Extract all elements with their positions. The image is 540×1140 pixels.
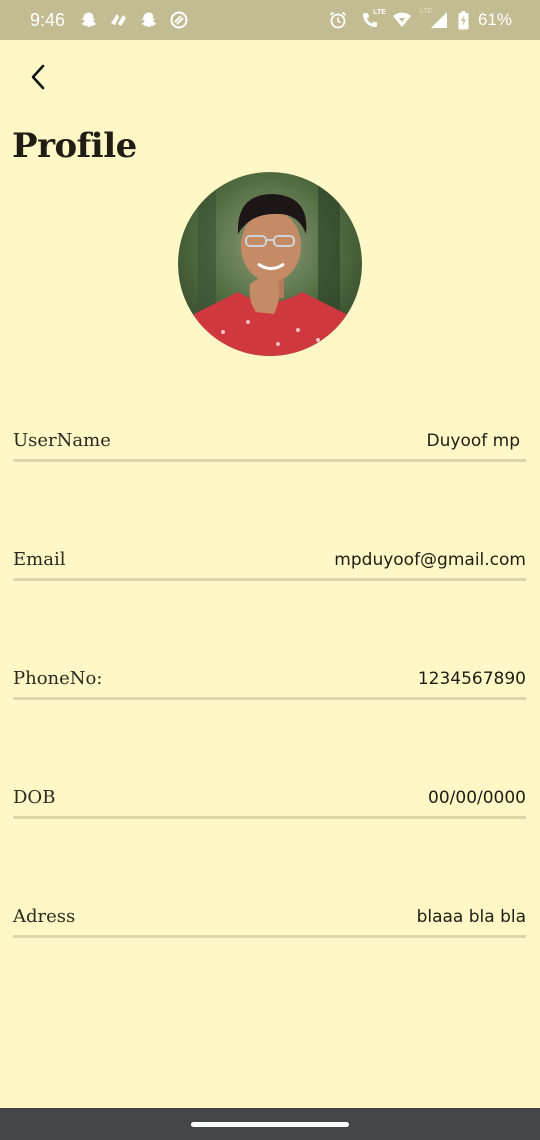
snapchat-icon [139,10,159,30]
field-label: DOB [13,787,56,808]
field-label: Adress [13,906,76,927]
do-not-disturb-icon [169,10,189,30]
field-label: Email [13,549,66,570]
lte-label: LTE [419,8,433,15]
back-button[interactable] [22,60,54,94]
field-value: 1234567890 [417,668,526,689]
field-label: PhoneNo: [13,668,103,689]
field-value: Duyoof mp [426,430,520,451]
lte-call-icon: LTE [358,9,386,30]
app-notification-icon [109,10,129,30]
field-value: mpduyoof@gmail.com [334,549,526,570]
snapchat-icon [79,10,99,30]
battery-icon [458,10,470,30]
page-title: Profile [12,126,137,166]
status-left: 9:46 [30,10,189,31]
field-label: UserName [13,430,111,451]
signal-icon: LTE [419,8,448,30]
status-time: 9:46 [30,9,66,30]
field-value: blaaa bla bla [416,906,526,927]
field-phone: PhoneNo: 1234567890 [13,660,526,700]
field-email: Email mpduyoof@gmail.com [13,541,526,581]
battery-percentage: 61% [477,10,512,29]
chevron-left-icon [31,64,45,90]
home-gesture-handle[interactable] [191,1122,349,1127]
status-bar: 9:46 LTE LTE 61% [0,0,540,40]
field-value: 00/00/0000 [428,787,526,808]
avatar[interactable] [178,172,362,356]
field-address: Adress blaaa bla bla [13,898,526,938]
navigation-bar [0,1108,540,1140]
wifi-icon [392,10,412,30]
alarm-icon [328,10,348,30]
field-dob: DOB 00/00/0000 [13,779,526,819]
lte-label: LTE [373,9,386,16]
field-username: UserName Duyoof mp [13,422,526,462]
status-right: LTE LTE 61% [328,8,512,30]
